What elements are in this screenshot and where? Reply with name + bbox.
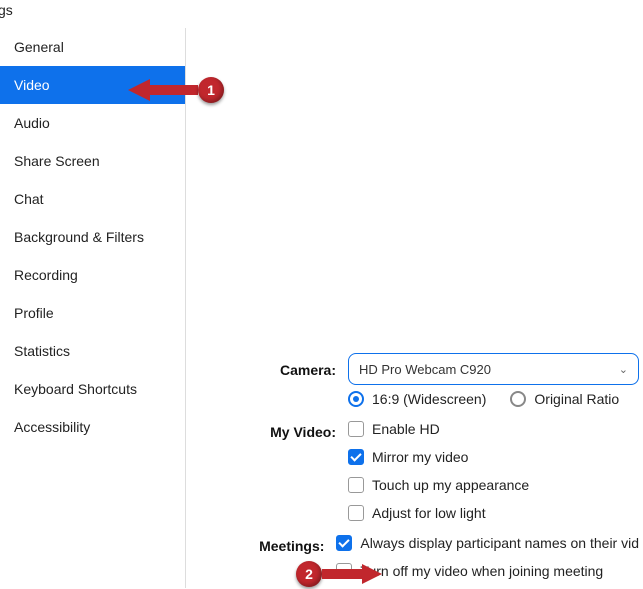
aspect-ratio-original[interactable]: Original Ratio <box>510 391 619 407</box>
camera-label: Camera: <box>188 353 348 378</box>
display-names-checkbox[interactable]: Always display participant names on thei… <box>336 535 639 551</box>
option-label: Adjust for low light <box>372 505 486 521</box>
checkbox-icon <box>348 477 364 493</box>
sidebar-item-chat[interactable]: Chat <box>0 180 185 218</box>
settings-sidebar: General Video Audio Share Screen Chat Ba… <box>0 28 186 588</box>
sidebar-item-video[interactable]: Video <box>0 66 185 104</box>
sidebar-item-label: Recording <box>14 267 78 283</box>
option-label: Original Ratio <box>534 391 619 407</box>
checkbox-icon <box>336 563 352 579</box>
meetings-label: Meetings: <box>188 529 336 554</box>
sidebar-item-accessibility[interactable]: Accessibility <box>0 408 185 446</box>
sidebar-item-profile[interactable]: Profile <box>0 294 185 332</box>
sidebar-item-statistics[interactable]: Statistics <box>0 332 185 370</box>
checkbox-icon <box>348 421 364 437</box>
sidebar-item-label: Share Screen <box>14 153 100 169</box>
camera-select[interactable]: HD Pro Webcam C920 ⌄ <box>348 353 639 385</box>
option-label: Enable HD <box>372 421 440 437</box>
sidebar-item-label: Video <box>14 77 50 93</box>
touch-up-checkbox[interactable]: Touch up my appearance <box>348 477 529 493</box>
sidebar-item-recording[interactable]: Recording <box>0 256 185 294</box>
option-label: Mirror my video <box>372 449 468 465</box>
radio-icon <box>348 391 364 407</box>
turn-off-video-checkbox[interactable]: Turn off my video when joining meeting <box>336 563 603 579</box>
sidebar-item-label: Statistics <box>14 343 70 359</box>
option-label: 16:9 (Widescreen) <box>372 391 486 407</box>
sidebar-item-label: Keyboard Shortcuts <box>14 381 137 397</box>
sidebar-item-label: Profile <box>14 305 54 321</box>
sidebar-item-label: Background & Filters <box>14 229 144 245</box>
option-label: Always display participant names on thei… <box>360 535 639 551</box>
sidebar-item-label: Accessibility <box>14 419 90 435</box>
enable-hd-checkbox[interactable]: Enable HD <box>348 421 440 437</box>
sidebar-item-general[interactable]: General <box>0 28 185 66</box>
mirror-video-checkbox[interactable]: Mirror my video <box>348 449 468 465</box>
checkbox-icon <box>348 449 364 465</box>
my-video-label: My Video: <box>188 415 348 440</box>
low-light-checkbox[interactable]: Adjust for low light <box>348 505 486 521</box>
chevron-down-icon: ⌄ <box>619 363 628 376</box>
sidebar-item-share-screen[interactable]: Share Screen <box>0 142 185 180</box>
checkbox-icon <box>348 505 364 521</box>
sidebar-item-keyboard-shortcuts[interactable]: Keyboard Shortcuts <box>0 370 185 408</box>
sidebar-item-label: General <box>14 39 64 55</box>
settings-content: Camera: HD Pro Webcam C920 ⌄ 16:9 (Wides… <box>188 28 643 589</box>
checkbox-icon <box>336 535 352 551</box>
radio-icon <box>510 391 526 407</box>
option-label: Turn off my video when joining meeting <box>360 563 603 579</box>
aspect-ratio-16-9[interactable]: 16:9 (Widescreen) <box>348 391 486 407</box>
option-label: Touch up my appearance <box>372 477 529 493</box>
camera-select-value: HD Pro Webcam C920 <box>359 362 491 377</box>
sidebar-item-label: Audio <box>14 115 50 131</box>
window-title-fragment: gs <box>0 2 13 18</box>
sidebar-item-background-filters[interactable]: Background & Filters <box>0 218 185 256</box>
sidebar-item-audio[interactable]: Audio <box>0 104 185 142</box>
sidebar-item-label: Chat <box>14 191 44 207</box>
